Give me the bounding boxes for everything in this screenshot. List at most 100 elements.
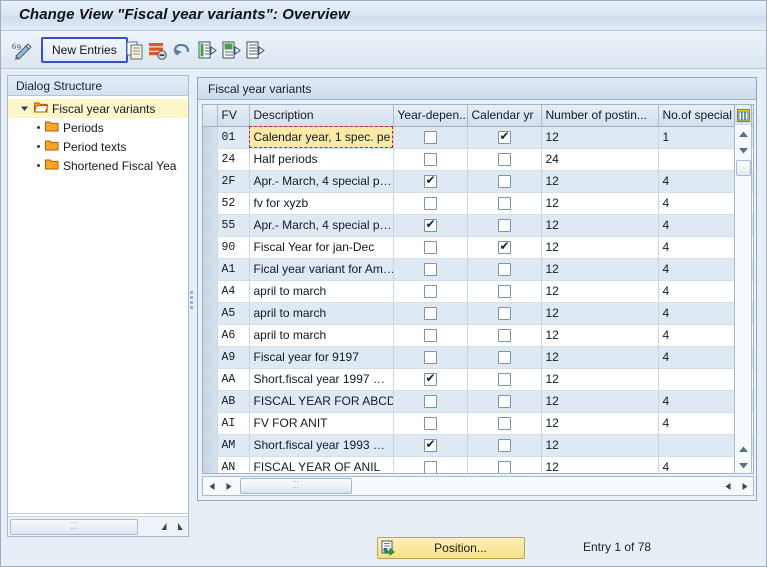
cell-year-dependent[interactable] bbox=[393, 324, 468, 347]
checkbox-icon[interactable] bbox=[423, 307, 437, 321]
checkbox-icon[interactable] bbox=[423, 241, 437, 255]
cell-fv[interactable]: 2F bbox=[217, 170, 250, 193]
row-select-cell[interactable] bbox=[203, 214, 218, 237]
cell-fv[interactable]: 90 bbox=[217, 236, 250, 259]
sidebar-item-periods[interactable]: • Periods bbox=[8, 118, 188, 137]
cell-calendar-yr[interactable] bbox=[467, 236, 542, 259]
row-select-cell[interactable] bbox=[203, 302, 218, 325]
hscroll-far-right-button[interactable] bbox=[736, 478, 752, 494]
table-row[interactable]: AB FISCAL YEAR FOR ABCD 12 4 bbox=[203, 390, 753, 413]
column-header-number-of-posting[interactable]: Number of postin... bbox=[541, 105, 659, 127]
cell-description[interactable]: FISCAL YEAR OF ANIL bbox=[249, 456, 394, 473]
cell-number-of-posting[interactable]: 12 bbox=[541, 236, 659, 259]
hscroll-right-button[interactable] bbox=[220, 478, 236, 494]
checkbox-checked-icon[interactable] bbox=[497, 239, 511, 255]
cell-fv[interactable]: 01 bbox=[217, 126, 250, 149]
cell-description[interactable]: FV FOR ANIT bbox=[249, 412, 394, 435]
checkbox-icon[interactable] bbox=[423, 351, 437, 365]
column-header-calendar-yr[interactable]: Calendar yr bbox=[467, 105, 542, 127]
table-settings-icon[interactable] bbox=[734, 104, 752, 125]
tree-scroll-thumb[interactable]: ⋯ ⋯ bbox=[10, 518, 138, 535]
undo-icon[interactable] bbox=[171, 40, 192, 60]
row-select-cell[interactable] bbox=[203, 280, 218, 303]
cell-description[interactable]: Short.fiscal year 1997 … bbox=[249, 368, 394, 391]
cell-year-dependent[interactable] bbox=[393, 302, 468, 325]
panel-splitter[interactable] bbox=[189, 75, 197, 537]
checkbox-icon[interactable] bbox=[497, 285, 511, 299]
checkbox-icon[interactable] bbox=[497, 175, 511, 189]
cell-calendar-yr[interactable] bbox=[467, 126, 542, 149]
table-row[interactable]: 52 fv for xyzb 12 4 bbox=[203, 192, 753, 215]
cell-number-of-posting[interactable]: 12 bbox=[541, 390, 659, 413]
cell-year-dependent[interactable] bbox=[393, 368, 468, 391]
checkbox-icon[interactable] bbox=[497, 153, 511, 167]
cell-year-dependent[interactable] bbox=[393, 280, 468, 303]
cell-number-of-posting[interactable]: 12 bbox=[541, 346, 659, 369]
copy-as-icon[interactable] bbox=[125, 40, 145, 60]
select-all-icon[interactable] bbox=[197, 40, 217, 60]
cell-number-of-posting[interactable]: 12 bbox=[541, 412, 659, 435]
cell-year-dependent[interactable] bbox=[393, 434, 468, 457]
cell-calendar-yr[interactable] bbox=[467, 434, 542, 457]
cell-year-dependent[interactable] bbox=[393, 170, 468, 193]
checkbox-icon[interactable] bbox=[423, 461, 437, 473]
scroll-page-down-button[interactable] bbox=[735, 142, 751, 158]
cell-number-of-posting[interactable]: 12 bbox=[541, 126, 659, 149]
cell-year-dependent[interactable] bbox=[393, 346, 468, 369]
cell-calendar-yr[interactable] bbox=[467, 412, 542, 435]
cell-year-dependent[interactable] bbox=[393, 148, 468, 171]
table-row[interactable]: 24 Half periods 24 bbox=[203, 148, 753, 171]
cell-fv[interactable]: A5 bbox=[217, 302, 250, 325]
cell-description[interactable]: Apr.- March, 4 special p… bbox=[249, 214, 394, 237]
cell-number-of-posting[interactable]: 12 bbox=[541, 368, 659, 391]
row-select-cell[interactable] bbox=[203, 456, 218, 473]
cell-number-of-posting[interactable]: 12 bbox=[541, 280, 659, 303]
checkbox-icon[interactable] bbox=[497, 417, 511, 431]
checkbox-icon[interactable] bbox=[423, 329, 437, 343]
checkbox-icon[interactable] bbox=[497, 307, 511, 321]
cell-calendar-yr[interactable] bbox=[467, 368, 542, 391]
row-select-cell[interactable] bbox=[203, 126, 218, 149]
checkbox-icon[interactable] bbox=[497, 263, 511, 277]
table-row[interactable]: A5 april to march 12 4 bbox=[203, 302, 753, 325]
tree-horizontal-scrollbar[interactable]: ⋯ ⋯ bbox=[8, 516, 188, 536]
select-all-column-header[interactable] bbox=[203, 105, 218, 127]
checkbox-icon[interactable] bbox=[497, 373, 511, 387]
table-row[interactable]: AI FV FOR ANIT 12 4 bbox=[203, 412, 753, 435]
cell-number-of-posting[interactable]: 12 bbox=[541, 434, 659, 457]
checkbox-checked-icon[interactable] bbox=[423, 371, 437, 387]
row-select-cell[interactable] bbox=[203, 170, 218, 193]
cell-calendar-yr[interactable] bbox=[467, 258, 542, 281]
cell-fv[interactable]: A9 bbox=[217, 346, 250, 369]
sidebar-item-period-texts[interactable]: • Period texts bbox=[8, 137, 188, 156]
table-row[interactable]: 90Fiscal Year for jan-Dec124 bbox=[203, 236, 753, 259]
checkbox-checked-icon[interactable] bbox=[423, 437, 437, 453]
cell-fv[interactable]: AM bbox=[217, 434, 250, 457]
cell-description[interactable]: Short.fiscal year 1993 … bbox=[249, 434, 394, 457]
cell-calendar-yr[interactable] bbox=[467, 280, 542, 303]
row-select-cell[interactable] bbox=[203, 148, 218, 171]
cell-number-of-posting[interactable]: 12 bbox=[541, 302, 659, 325]
table-row[interactable]: AN FISCAL YEAR OF ANIL 12 4 bbox=[203, 456, 753, 473]
checkbox-checked-icon[interactable] bbox=[423, 217, 437, 233]
cell-fv[interactable]: A1 bbox=[217, 258, 250, 281]
checkbox-icon[interactable] bbox=[497, 461, 511, 473]
hscroll-far-left-button[interactable] bbox=[720, 478, 736, 494]
checkbox-icon[interactable] bbox=[497, 395, 511, 409]
horizontal-scroll-thumb[interactable]: ⋯ ⋯ bbox=[240, 478, 352, 494]
cell-number-of-posting[interactable]: 24 bbox=[541, 148, 659, 171]
column-header-fv[interactable]: FV bbox=[217, 105, 250, 127]
select-block-icon[interactable] bbox=[221, 40, 241, 60]
checkbox-icon[interactable] bbox=[497, 197, 511, 211]
scroll-down-button[interactable] bbox=[735, 457, 751, 473]
row-select-cell[interactable] bbox=[203, 346, 218, 369]
display-change-icon[interactable]: 6 9 bbox=[11, 40, 33, 60]
checkbox-icon[interactable] bbox=[423, 395, 437, 409]
cell-year-dependent[interactable] bbox=[393, 258, 468, 281]
checkbox-icon[interactable] bbox=[497, 439, 511, 453]
cell-number-of-posting[interactable]: 12 bbox=[541, 192, 659, 215]
cell-calendar-yr[interactable] bbox=[467, 214, 542, 237]
chevron-down-icon[interactable] bbox=[18, 103, 30, 115]
cell-description[interactable]: fv for xyzb bbox=[249, 192, 394, 215]
cell-fv[interactable]: AA bbox=[217, 368, 250, 391]
